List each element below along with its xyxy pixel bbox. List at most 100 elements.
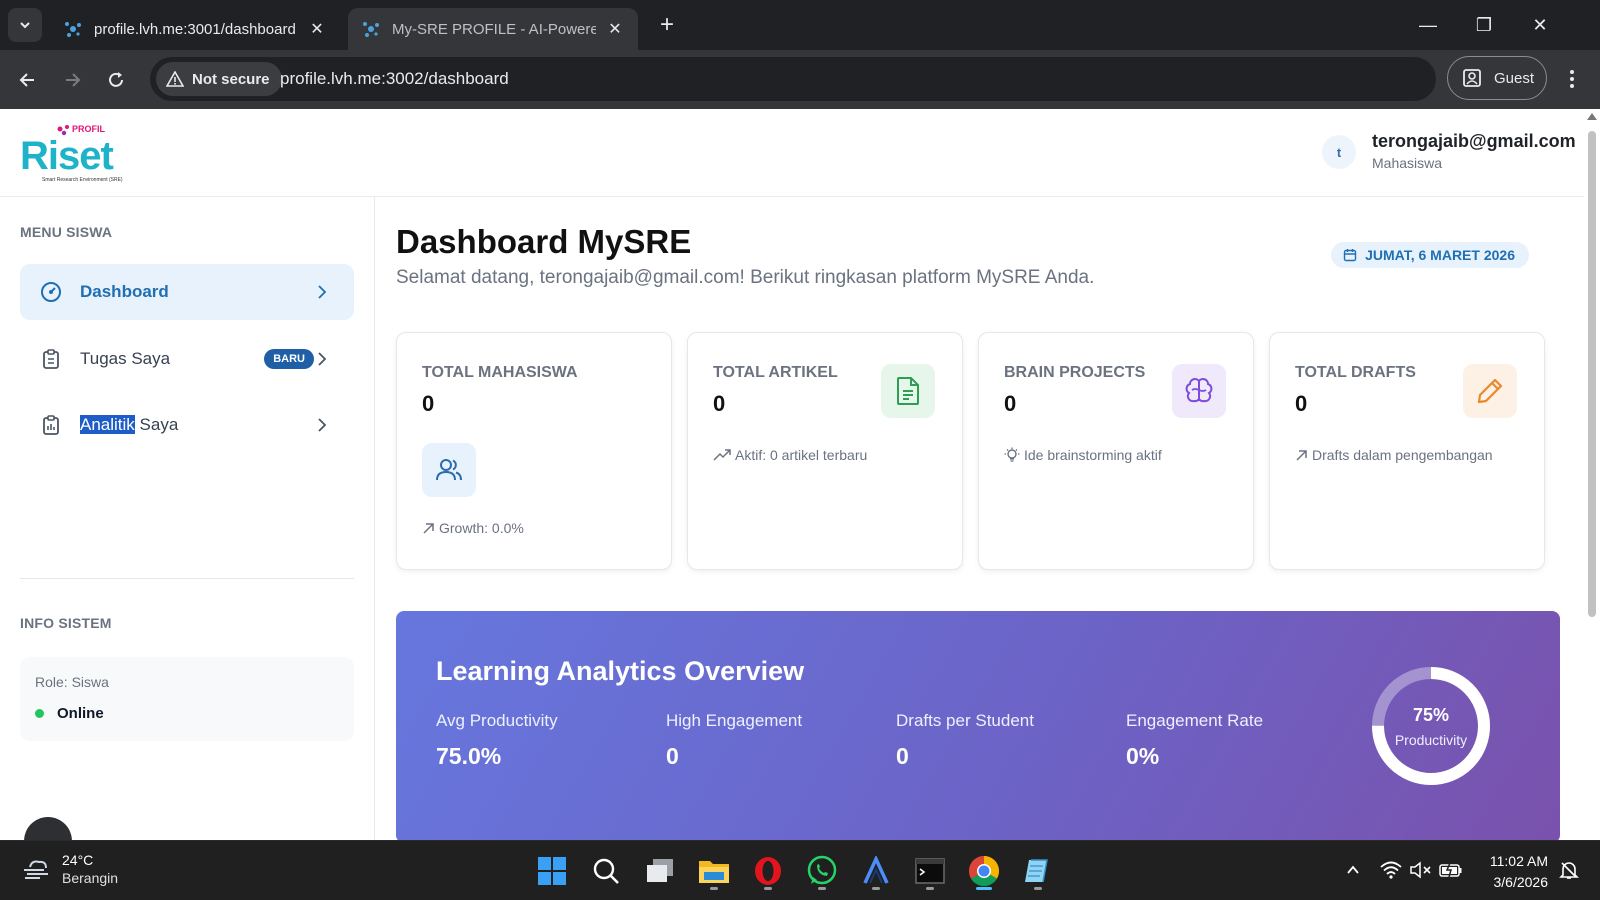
stat-card-total-drafts: TOTAL DRAFTS 0 Drafts dalam pengembangan [1269,332,1545,570]
opera-button[interactable] [748,851,788,891]
browser-tab-bar: profile.lvh.me:3001/dashboard ✕ My-SRE P… [0,0,1600,50]
sidebar-item-dashboard[interactable]: Dashboard [20,264,354,320]
url-text[interactable]: profile.lvh.me:3002/dashboard [280,69,509,89]
wifi-status[interactable] [1378,857,1404,883]
search-button[interactable] [586,851,626,891]
sidebar: MENU SISWA Dashboard Tugas Saya BARU Ana… [0,197,375,840]
logo-main-text: Riset [20,134,113,178]
terminal-icon [915,858,945,884]
page-scrollbar[interactable] [1584,109,1600,840]
system-info-box: Role: Siswa Online [20,657,354,741]
user-role: Mahasiswa [1372,155,1443,171]
browser-toolbar: Not secure profile.lvh.me:3002/dashboard… [0,50,1600,109]
close-window-button[interactable]: ✕ [1512,8,1568,42]
tab-close-icon[interactable]: ✕ [606,19,624,39]
card-label: TOTAL MAHASISWA [422,364,578,381]
chrome-icon [968,856,1000,887]
sidebar-item-tugas-saya[interactable]: Tugas Saya BARU [20,331,354,387]
date-badge: JUMAT, 6 MARET 2026 [1331,242,1529,268]
main-content: Dashboard MySRE Selamat datang, terongaj… [376,197,1584,840]
opera-icon [755,857,781,885]
users-icon [422,443,476,497]
notepad-button[interactable] [1018,851,1058,891]
app-header: PROFIL Riset Smart Research Environment … [0,109,1584,197]
tab-search-button[interactable] [8,8,42,42]
scroll-up-icon[interactable] [1587,113,1597,120]
sidebar-divider [20,578,354,579]
browser-menu-button[interactable] [1560,64,1584,94]
app-a-button[interactable] [856,851,896,891]
terminal-button[interactable] [910,851,950,891]
show-hidden-icons-button[interactable] [1340,857,1366,883]
sidebar-info-heading: INFO SISTEM [20,615,112,631]
security-label: Not secure [192,70,270,88]
windows-taskbar: 24°C Berangin 11:02 AM 3/6/2026 [0,840,1600,900]
notifications-button[interactable] [1556,857,1582,883]
avatar[interactable]: t [1322,135,1356,169]
battery-charging-icon [1439,862,1462,878]
metric-engagement-rate: Engagement Rate 0% [1126,711,1264,769]
gauge-icon [40,281,62,303]
new-tab-button[interactable]: + [652,10,682,40]
metric-high-engagement: High Engagement 0 [666,711,803,769]
card-footer: Ide brainstorming aktif [1004,447,1162,463]
address-bar[interactable]: Not secure profile.lvh.me:3002/dashboard [150,57,1436,101]
speaker-muted-icon [1410,861,1431,879]
notification-bell-icon [1559,862,1579,879]
back-button[interactable] [10,62,46,98]
security-chip[interactable]: Not secure [156,62,282,96]
floating-action-button[interactable] [24,817,72,840]
logo[interactable]: PROFIL Riset Smart Research Environment … [20,123,150,183]
a-logo-icon [863,856,889,884]
chevron-right-icon [318,418,327,432]
tab-close-icon[interactable]: ✕ [308,19,326,39]
card-label: TOTAL DRAFTS [1295,364,1416,381]
web-page: PROFIL Riset Smart Research Environment … [0,109,1584,840]
lightbulb-icon [1004,447,1020,462]
logo-tagline: Smart Research Environment (SRE) [42,177,123,183]
weather-temp: 24°C [62,852,94,868]
weather-desc: Berangin [62,870,119,886]
logo-small-text: PROFIL [72,124,106,134]
selected-text: Analitik [80,415,135,434]
file-explorer-button[interactable] [694,851,734,891]
ring-label: 75% Productivity [1394,704,1468,748]
battery-status[interactable] [1438,857,1464,883]
metric-drafts-per-student: Drafts per Student 0 [896,711,1034,769]
sidebar-item-analitik-saya[interactable]: Analitik Saya [20,397,354,453]
clock-date: 3/6/2026 [1493,874,1549,890]
learning-analytics-panel: Learning Analytics Overview Avg Producti… [396,611,1560,840]
notepad-icon [1025,859,1048,883]
brain-icon [1172,364,1226,418]
task-view-button[interactable] [640,851,680,891]
task-view-icon [647,859,673,882]
restore-button[interactable]: ❐ [1456,8,1512,42]
whatsapp-button[interactable] [802,851,842,891]
sidebar-item-label: Dashboard [80,282,169,301]
profile-button[interactable]: Guest [1447,56,1547,100]
scrollbar-thumb[interactable] [1588,131,1596,617]
profile-label: Guest [1494,69,1535,87]
user-email[interactable]: terongajaib@gmail.com [1372,131,1576,152]
weather-widget[interactable]: 24°C Berangin [22,852,118,886]
tab-title: My-SRE PROFILE - AI-Powered I [392,20,596,38]
stat-card-total-mahasiswa: TOTAL MAHASISWA 0 Growth: 0.0% [396,332,672,570]
status-indicator: Online [35,705,104,722]
forward-button[interactable] [54,62,90,98]
clock-time: 11:02 AM [1489,853,1548,869]
warning-icon [166,71,184,87]
start-button[interactable] [532,851,572,891]
browser-tab-1[interactable]: profile.lvh.me:3001/dashboard ✕ [50,8,340,50]
card-value: 0 [422,391,435,416]
windows-logo-icon [538,857,566,885]
system-clock[interactable]: 11:02 AM 3/6/2026 [1470,851,1548,893]
card-value: 0 [1004,391,1017,416]
browser-tab-2-active[interactable]: My-SRE PROFILE - AI-Powered I ✕ [348,8,638,50]
card-footer: Growth: 0.0% [422,520,524,536]
windy-cloud-icon [24,860,48,879]
minimize-button[interactable]: — [1400,8,1456,42]
volume-status[interactable] [1408,857,1434,883]
reload-button[interactable] [98,62,134,98]
calendar-icon [1343,249,1357,262]
chrome-button[interactable] [964,851,1004,891]
